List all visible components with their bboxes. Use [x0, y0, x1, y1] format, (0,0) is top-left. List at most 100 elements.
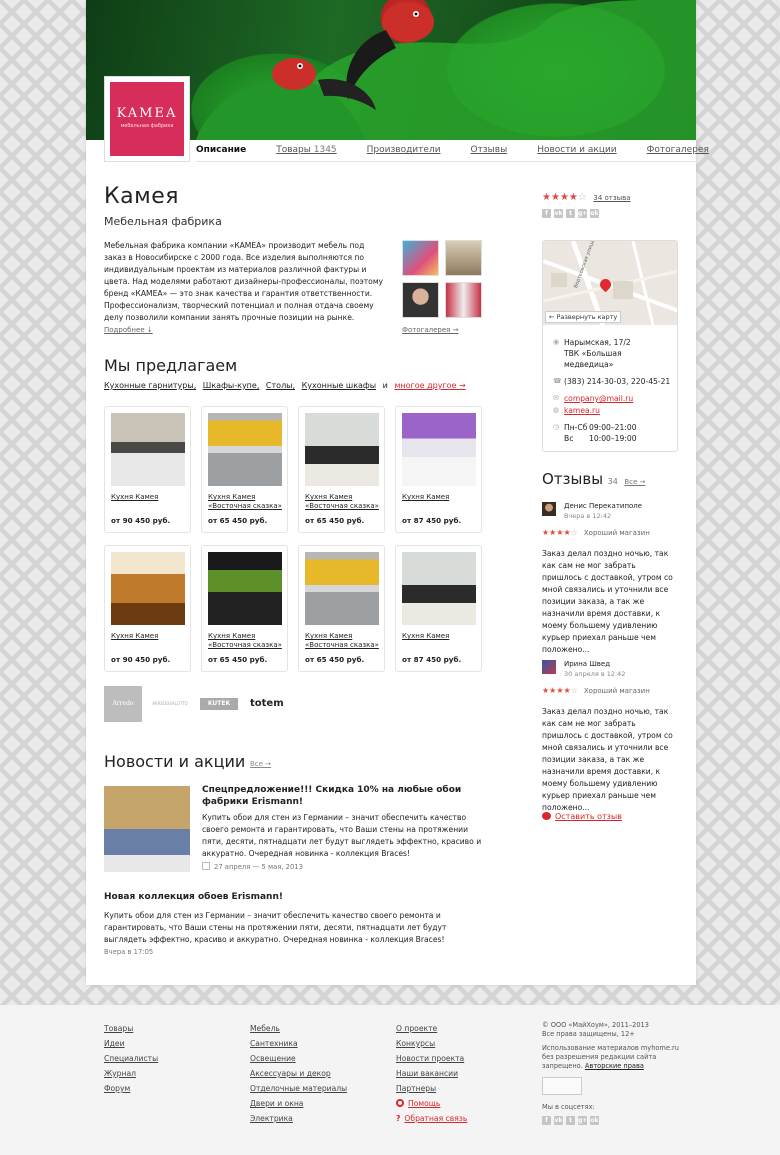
- product-name[interactable]: Кухня Камея: [402, 493, 449, 502]
- category-link[interactable]: Шкафы-купе,: [203, 381, 260, 390]
- footer-link[interactable]: Аксессуары и декор: [250, 1066, 347, 1081]
- help-link[interactable]: Помощь: [396, 1096, 467, 1111]
- expand-map-button[interactable]: ← Развернуть карту: [545, 311, 622, 323]
- tab-gallery[interactable]: Фотогалерея: [647, 140, 709, 161]
- product-card[interactable]: Кухня Камея от 90 450 руб.: [104, 406, 191, 533]
- phone-text: (383) 214-30-03, 220-45-21: [564, 377, 671, 386]
- product-name[interactable]: Кухня Камея: [111, 493, 158, 502]
- gallery-link[interactable]: Фотогалерея →: [402, 326, 458, 334]
- news-all-link[interactable]: Все →: [250, 760, 271, 768]
- footer-link[interactable]: Форум: [104, 1081, 158, 1096]
- product-name[interactable]: Кухня Камея: [111, 632, 158, 641]
- news-title[interactable]: Спецпредложение!!! Скидка 10% на любые о…: [202, 784, 486, 808]
- facebook-icon[interactable]: f: [542, 1116, 551, 1125]
- product-card[interactable]: Кухня Камея «Восточная сказка» от 65 450…: [298, 545, 385, 672]
- tab-bar: Описание Товары 1345 Производители Отзыв…: [196, 140, 709, 162]
- tab-reviews[interactable]: Отзывы: [471, 140, 508, 161]
- copyright-link[interactable]: Авторские права: [585, 1062, 644, 1070]
- brand-logo[interactable]: KUTEK: [200, 698, 238, 710]
- email-link[interactable]: company@mail.ru: [564, 393, 633, 404]
- category-link[interactable]: Столы,: [266, 381, 295, 390]
- footer-link[interactable]: Журнал: [104, 1066, 158, 1081]
- odnoklassniki-icon[interactable]: ok: [590, 209, 599, 218]
- vkontakte-icon[interactable]: vk: [554, 209, 563, 218]
- product-card[interactable]: Кухня Камея от 87 450 руб.: [395, 406, 482, 533]
- brand-logo[interactable]: totem: [250, 686, 290, 722]
- footer-link[interactable]: Отделочные материалы: [250, 1081, 347, 1096]
- product-name[interactable]: Кухня Камея «Восточная сказка»: [305, 632, 384, 650]
- footer-link[interactable]: Сантехника: [250, 1036, 347, 1051]
- facebook-icon[interactable]: f: [542, 209, 551, 218]
- news-image[interactable]: [104, 786, 190, 872]
- tab-manufacturers[interactable]: Производители: [367, 140, 441, 161]
- avatar[interactable]: [542, 502, 556, 516]
- help-label: Помощь: [408, 1099, 441, 1108]
- star-empty-icon: ☆: [570, 686, 578, 695]
- google-plus-icon[interactable]: g+: [578, 1116, 587, 1125]
- footer-link[interactable]: Партнеры: [396, 1081, 467, 1096]
- footer-col-categories: Мебель Сантехника Освещение Аксессуары и…: [250, 1021, 347, 1126]
- footer-link[interactable]: О проекте: [396, 1021, 467, 1036]
- gallery-thumb[interactable]: [402, 240, 439, 276]
- footer-link[interactable]: Новости проекта: [396, 1051, 467, 1066]
- footer-link[interactable]: Мебель: [250, 1021, 347, 1036]
- product-price: от 65 450 руб.: [208, 516, 268, 525]
- news-title[interactable]: Новая коллекция обоев Erismann!: [104, 892, 283, 902]
- news-date: Вчера в 17:05: [104, 948, 154, 956]
- avatar[interactable]: [542, 660, 556, 674]
- gallery-thumb[interactable]: [445, 282, 482, 318]
- feedback-link[interactable]: ? Обратная связь: [396, 1111, 467, 1126]
- footer-link[interactable]: Специалисты: [104, 1051, 158, 1066]
- product-card[interactable]: Кухня Камея от 87 450 руб.: [395, 545, 482, 672]
- footer-link[interactable]: Наши вакансии: [396, 1066, 467, 1081]
- comment-icon: [542, 812, 551, 820]
- category-link[interactable]: Кухонные шкафы: [302, 381, 377, 390]
- twitter-icon[interactable]: t: [566, 1116, 575, 1125]
- category-link[interactable]: Кухонные гарнитуры,: [104, 381, 196, 390]
- gallery-thumb[interactable]: [445, 240, 482, 276]
- reviewer-name[interactable]: Денис Перекатиполе: [564, 502, 642, 510]
- brand-logo[interactable]: ARREDOSALOTTO: [150, 686, 190, 722]
- footer-link[interactable]: Идеи: [104, 1036, 158, 1051]
- map[interactable]: Вертковская улица ← Развернуть карту: [543, 241, 677, 325]
- footer-link[interactable]: Конкурсы: [396, 1036, 467, 1051]
- product-card[interactable]: Кухня Камея «Восточная сказка» от 65 450…: [201, 545, 288, 672]
- footer-link[interactable]: Товары: [104, 1021, 158, 1036]
- product-card[interactable]: Кухня Камея от 90 450 руб.: [104, 545, 191, 672]
- news-text: Купить обои для стен из Германии – значи…: [104, 911, 447, 944]
- product-name[interactable]: Кухня Камея «Восточная сказка»: [208, 632, 287, 650]
- tab-description[interactable]: Описание: [196, 140, 246, 161]
- product-name[interactable]: Кухня Камея «Восточная сказка»: [305, 493, 384, 511]
- product-image: [402, 552, 476, 625]
- globe-icon: ◍: [553, 406, 560, 414]
- reviews-all-link[interactable]: Все →: [624, 478, 645, 486]
- gallery-thumb[interactable]: [402, 282, 439, 318]
- footer-col-catalog: Товары Идеи Специалисты Журнал Форум: [104, 1021, 158, 1096]
- more-link[interactable]: Подробнее ↓: [104, 326, 153, 334]
- tab-products[interactable]: Товары 1345: [276, 140, 336, 161]
- phone-icon: ☎: [553, 377, 562, 385]
- product-image: [305, 413, 379, 486]
- more-categories-link[interactable]: многое другое →: [394, 381, 465, 390]
- counter-badge[interactable]: [542, 1077, 582, 1095]
- google-plus-icon[interactable]: g+: [578, 209, 587, 218]
- company-logo[interactable]: KAMEA мебельная фабрика: [104, 76, 190, 162]
- footer-link[interactable]: Двери и окна: [250, 1096, 347, 1111]
- product-card[interactable]: Кухня Камея «Восточная сказка» от 65 450…: [201, 406, 288, 533]
- product-name[interactable]: Кухня Камея «Восточная сказка»: [208, 493, 287, 511]
- odnoklassniki-icon[interactable]: ok: [590, 1116, 599, 1125]
- tab-news[interactable]: Новости и акции: [537, 140, 616, 161]
- brand-logo[interactable]: Arredo: [104, 686, 142, 722]
- product-card[interactable]: Кухня Камея «Восточная сказка» от 65 450…: [298, 406, 385, 533]
- twitter-icon[interactable]: t: [566, 209, 575, 218]
- star-filled-icon: ★: [556, 528, 564, 537]
- vkontakte-icon[interactable]: vk: [554, 1116, 563, 1125]
- website-link[interactable]: kamea.ru: [564, 405, 600, 416]
- product-name[interactable]: Кухня Камея: [402, 632, 449, 641]
- footer-legal: © ООО «МайХоум», 2011–2013 Все права защ…: [542, 1021, 682, 1125]
- reviewer-name[interactable]: Ирина Швед: [564, 660, 610, 668]
- reviews-count-link[interactable]: 34 отзыва: [593, 194, 630, 202]
- footer-link[interactable]: Электрика: [250, 1111, 347, 1126]
- footer-link[interactable]: Освещение: [250, 1051, 347, 1066]
- leave-review-button[interactable]: Оставить отзыв: [542, 812, 622, 821]
